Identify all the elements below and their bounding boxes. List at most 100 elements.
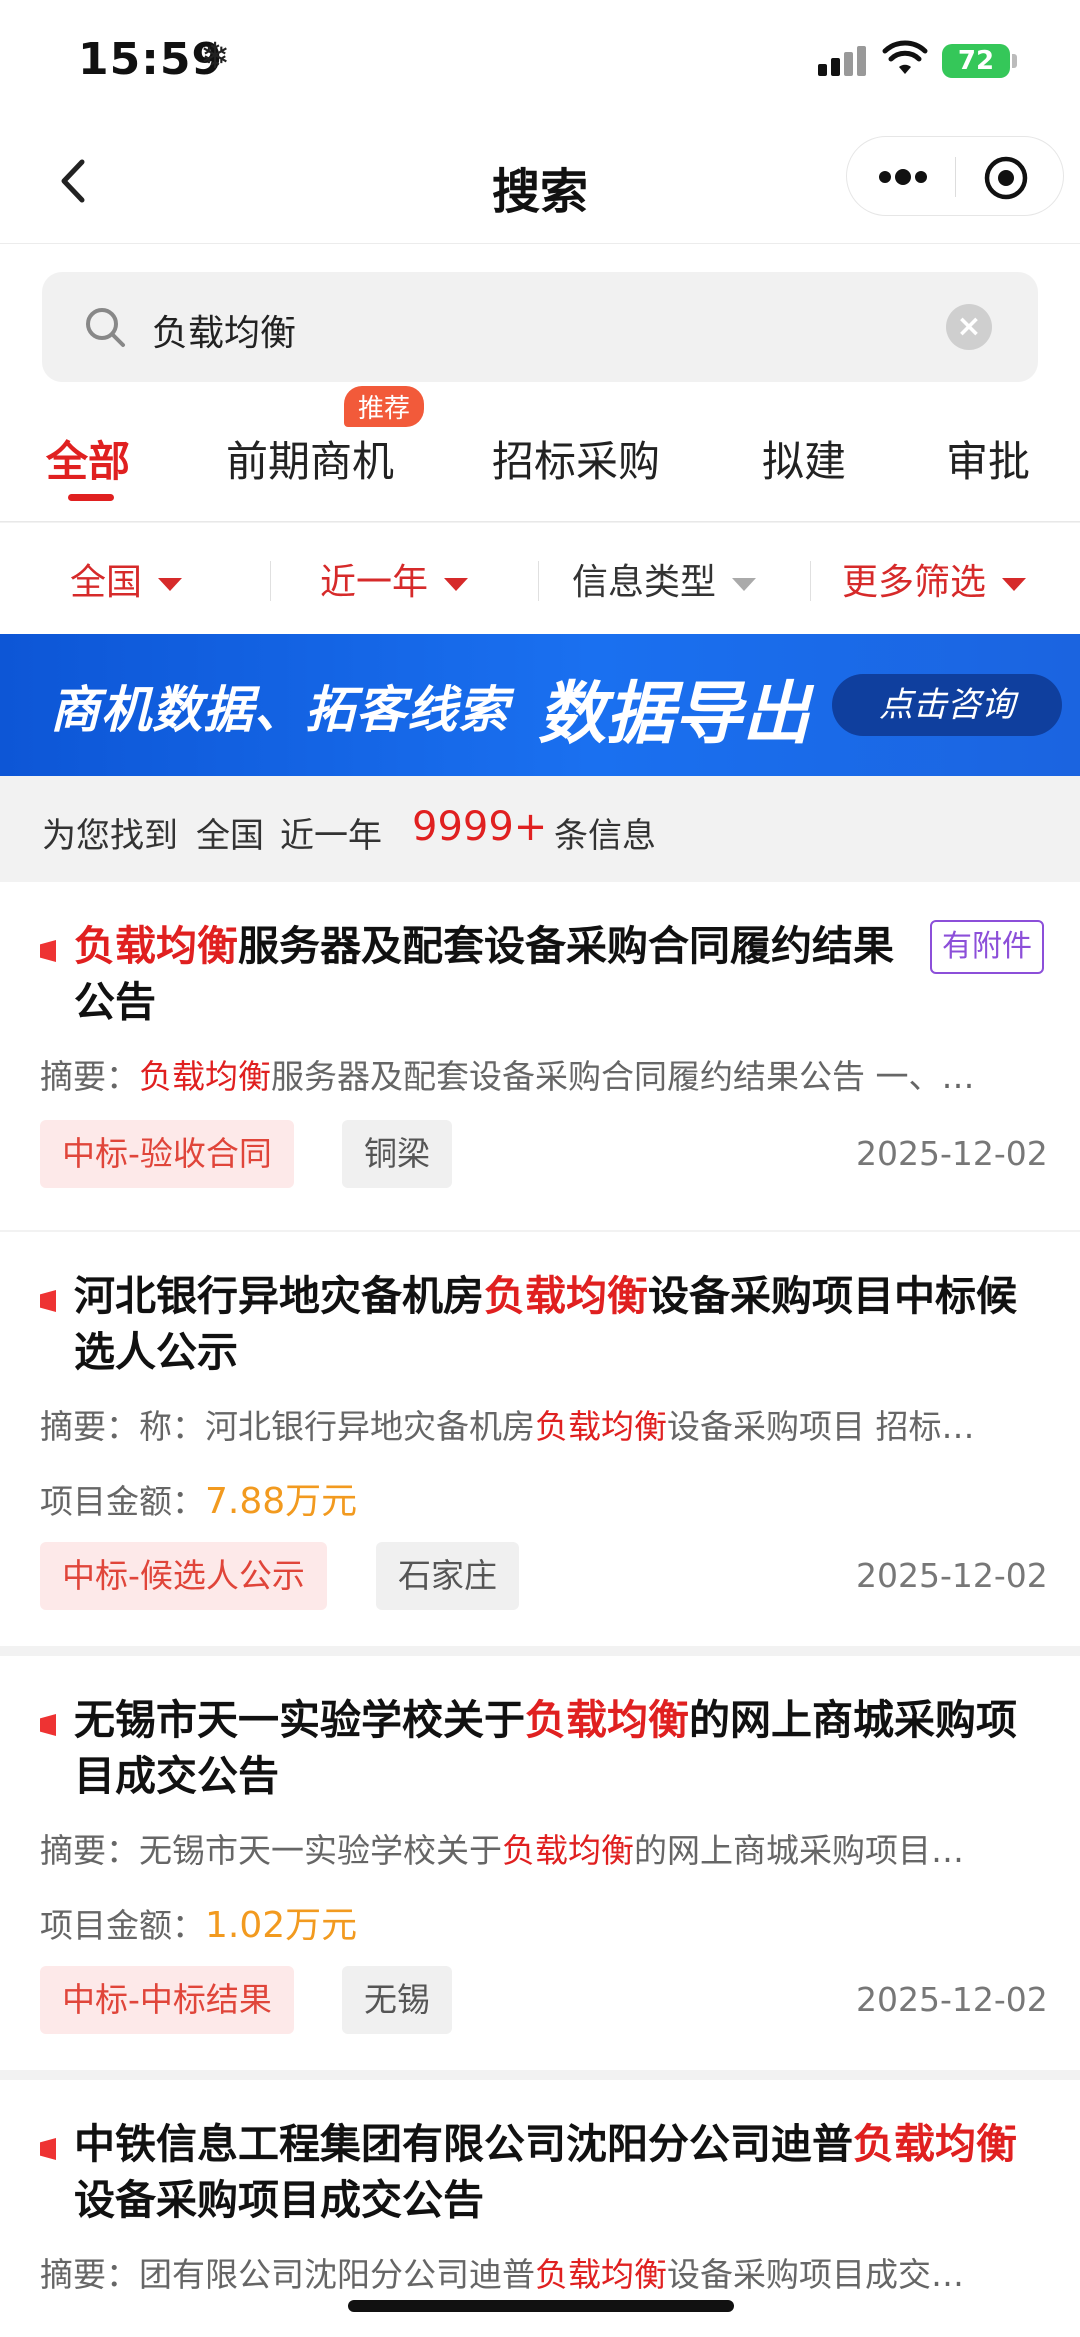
- result-summary: 摘要：称：河北银行异地灾备机房负载均衡设备采购项目 招标…: [40, 1400, 1050, 1448]
- tab-bidding-procurement[interactable]: 招标采购: [492, 428, 660, 489]
- filter-period-label: 近一年: [320, 562, 429, 603]
- flag-icon: [40, 1290, 56, 1312]
- home-indicator[interactable]: [348, 2300, 734, 2312]
- chevron-down-icon: [158, 577, 183, 591]
- title-pre: 中铁信息工程集团有限公司沈阳分公司迪普: [74, 2120, 853, 2168]
- status-bar: 15:59 ❄ 72: [0, 0, 1080, 120]
- count-region: 全国: [196, 816, 264, 856]
- summary-post: 的网上商城采购项目…: [634, 1831, 964, 1870]
- project-amount: 项目金额：1.02万元: [40, 1896, 357, 1948]
- amount-label: 项目金额：: [40, 1906, 205, 1945]
- summary-label: 摘要：: [40, 1407, 139, 1446]
- export-banner[interactable]: 商机数据、拓客线索 数据导出 点击咨询: [0, 634, 1080, 776]
- count-number: 9999+: [412, 804, 548, 850]
- title-keyword: 负载均衡: [853, 2120, 1017, 2168]
- summary-keyword: 负载均衡: [535, 1407, 667, 1446]
- result-date: 2025-12-02: [856, 1134, 1048, 1173]
- result-title[interactable]: 无锡市天一实验学校关于负载均衡的网上商城采购项目成交公告: [74, 1692, 1034, 1804]
- result-card[interactable]: 河北银行异地灾备机房负载均衡设备采购项目中标候选人公示 摘要：称：河北银行异地灾…: [0, 1232, 1080, 1646]
- result-count-bar: 为您找到 全国 近一年 9999+ 条信息: [0, 776, 1080, 882]
- filter-info-type-label: 信息类型: [572, 562, 717, 603]
- more-icon[interactable]: [875, 157, 931, 197]
- filter-region[interactable]: 全国: [70, 553, 183, 605]
- status-tag: 中标-中标结果: [40, 1966, 294, 2034]
- banner-text: 商机数据、拓客线索: [50, 681, 509, 739]
- chevron-down-icon: [1002, 577, 1027, 591]
- filter-bar: 全国 近一年 信息类型 更多筛选: [0, 523, 1080, 635]
- summary-post: 服务器及配套设备采购合同履约结果公告 一、…: [271, 1057, 975, 1096]
- search-icon: [86, 308, 125, 347]
- search-input[interactable]: 负载均衡: [152, 304, 296, 356]
- summary-label: 摘要：: [40, 2255, 139, 2294]
- title-keyword: 负载均衡: [525, 1696, 689, 1744]
- flag-icon: [40, 940, 56, 962]
- filter-divider: [810, 561, 811, 601]
- tab-approval[interactable]: 审批: [946, 428, 1030, 489]
- tab-all[interactable]: 全部: [46, 428, 130, 489]
- tab-early-opportunities[interactable]: 前期商机: [226, 428, 394, 489]
- title-keyword: 负载均衡: [484, 1272, 648, 1320]
- amount-label: 项目金额：: [40, 1482, 205, 1521]
- status-tag: 中标-候选人公示: [40, 1542, 327, 1610]
- summary-keyword: 负载均衡: [502, 1831, 634, 1870]
- flag-icon: [40, 2138, 56, 2160]
- filter-period[interactable]: 近一年: [320, 553, 469, 605]
- title-keyword: 负载均衡: [74, 922, 238, 970]
- amount-value: 7.88万元: [205, 1481, 358, 1522]
- consult-button[interactable]: 点击咨询: [832, 674, 1062, 736]
- active-tab-indicator: [68, 494, 114, 501]
- tab-proposed[interactable]: 拟建: [762, 428, 846, 489]
- result-title[interactable]: 中铁信息工程集团有限公司沈阳分公司迪普负载均衡设备采购项目成交公告: [74, 2116, 1034, 2228]
- chevron-down-icon: [444, 577, 469, 591]
- result-card[interactable]: 中铁信息工程集团有限公司沈阳分公司迪普负载均衡设备采购项目成交公告 摘要：团有限…: [0, 2080, 1080, 2337]
- capsule-divider: [955, 157, 956, 197]
- result-date: 2025-12-02: [856, 1556, 1048, 1595]
- summary-post: 设备采购项目 招标…: [667, 1407, 975, 1446]
- category-tabs: 全部 前期商机 推荐 招标采购 拟建 审批: [0, 386, 1080, 522]
- result-card[interactable]: 负载均衡服务器及配套设备采购合同履约结果公告 有附件 摘要：负载均衡服务器及配套…: [0, 882, 1080, 1230]
- summary-keyword: 负载均衡: [139, 1057, 271, 1096]
- battery-icon: 72: [942, 44, 1010, 78]
- filter-divider: [538, 561, 539, 601]
- cellular-signal-icon: [818, 46, 870, 76]
- summary-pre: 团有限公司沈阳分公司迪普: [139, 2255, 535, 2294]
- result-date: 2025-12-02: [856, 1980, 1048, 2019]
- summary-label: 摘要：: [40, 1057, 139, 1096]
- filter-info-type[interactable]: 信息类型: [572, 553, 757, 605]
- region-tag: 铜梁: [342, 1120, 452, 1188]
- result-summary: 摘要：负载均衡服务器及配套设备采购合同履约结果公告 一、…: [40, 1050, 1050, 1098]
- flag-icon: [40, 1714, 56, 1736]
- summary-pre: 称：河北银行异地灾备机房: [139, 1407, 535, 1446]
- filter-more-label: 更多筛选: [842, 562, 987, 603]
- project-amount: 项目金额：7.88万元: [40, 1472, 357, 1524]
- result-summary: 摘要：无锡市天一实验学校关于负载均衡的网上商城采购项目…: [40, 1824, 1050, 1872]
- close-mini-program-icon[interactable]: [983, 155, 1029, 201]
- title-pre: 河北银行异地灾备机房: [74, 1272, 484, 1320]
- banner-highlight: 数据导出: [538, 675, 811, 754]
- count-prefix: 为您找到: [42, 816, 178, 856]
- recommend-badge: 推荐: [344, 386, 425, 427]
- filter-more[interactable]: 更多筛选: [842, 553, 1027, 605]
- count-suffix: 条信息: [554, 816, 656, 856]
- clear-search-icon[interactable]: ×: [946, 304, 992, 350]
- snowflake-icon: ❄: [200, 36, 231, 77]
- summary-pre: 无锡市天一实验学校关于: [139, 1831, 502, 1870]
- filter-divider: [270, 561, 271, 601]
- result-title[interactable]: 负载均衡服务器及配套设备采购合同履约结果公告: [74, 918, 914, 1030]
- result-title[interactable]: 河北银行异地灾备机房负载均衡设备采购项目中标候选人公示: [74, 1268, 1034, 1380]
- summary-label: 摘要：: [40, 1831, 139, 1870]
- chevron-down-icon: [732, 577, 757, 591]
- summary-keyword: 负载均衡: [535, 2255, 667, 2294]
- status-tag: 中标-验收合同: [40, 1120, 294, 1188]
- count-period: 近一年: [280, 816, 382, 856]
- wifi-icon: [882, 40, 928, 74]
- search-box[interactable]: 负载均衡 ×: [42, 272, 1038, 382]
- mini-program-capsule: [846, 136, 1064, 216]
- battery-tip: [1012, 54, 1017, 68]
- summary-post: 设备采购项目成交…: [667, 2255, 964, 2294]
- region-tag: 石家庄: [376, 1542, 519, 1610]
- attachment-badge: 有附件: [930, 920, 1044, 974]
- result-card[interactable]: 无锡市天一实验学校关于负载均衡的网上商城采购项目成交公告 摘要：无锡市天一实验学…: [0, 1656, 1080, 2070]
- title-pre: 无锡市天一实验学校关于: [74, 1696, 525, 1744]
- title-post: 设备采购项目成交公告: [74, 2176, 484, 2224]
